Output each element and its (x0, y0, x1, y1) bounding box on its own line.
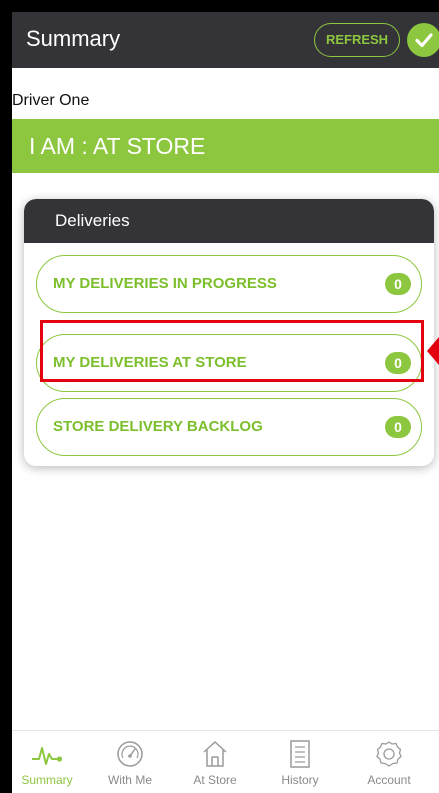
tab-label: At Store (193, 773, 237, 787)
tab-account[interactable]: Account (354, 737, 424, 787)
top-bar: Summary REFRESH (12, 12, 439, 68)
page-title: Summary (26, 26, 121, 51)
gear-icon (354, 737, 424, 771)
deliveries-in-progress-button[interactable]: MY DELIVERIES IN PROGRESS 0 (36, 255, 422, 313)
pointer-arrow (427, 337, 439, 365)
tab-summary[interactable]: Summary (12, 737, 82, 787)
status-bar[interactable]: I AM : AT STORE (12, 119, 439, 173)
count-badge: 0 (385, 273, 411, 295)
tab-label: With Me (107, 773, 152, 787)
driver-name: Driver One (12, 92, 90, 109)
tab-label: Account (367, 773, 411, 787)
tab-label: Summary (21, 773, 73, 787)
app-screen: Summary REFRESH Driver One I AM : AT STO… (12, 12, 439, 793)
refresh-button[interactable]: REFRESH (314, 23, 400, 57)
row-label: STORE DELIVERY BACKLOG (53, 418, 263, 435)
highlight-box (40, 320, 424, 382)
deliveries-header: Deliveries (24, 199, 434, 243)
row-label: MY DELIVERIES IN PROGRESS (53, 275, 277, 292)
tab-at-store[interactable]: At Store (180, 737, 250, 787)
home-icon (180, 737, 250, 771)
count-badge: 0 (385, 416, 411, 438)
tab-history[interactable]: History (265, 737, 335, 787)
speedometer-icon (95, 737, 165, 771)
check-icon[interactable] (407, 23, 439, 57)
bottom-tab-bar: Summary With Me At Store History Account (12, 730, 439, 793)
document-icon (265, 737, 335, 771)
store-delivery-backlog-button[interactable]: STORE DELIVERY BACKLOG 0 (36, 398, 422, 456)
tab-label: History (281, 773, 319, 787)
pulse-icon (12, 737, 82, 771)
tab-with-me[interactable]: With Me (95, 737, 165, 787)
